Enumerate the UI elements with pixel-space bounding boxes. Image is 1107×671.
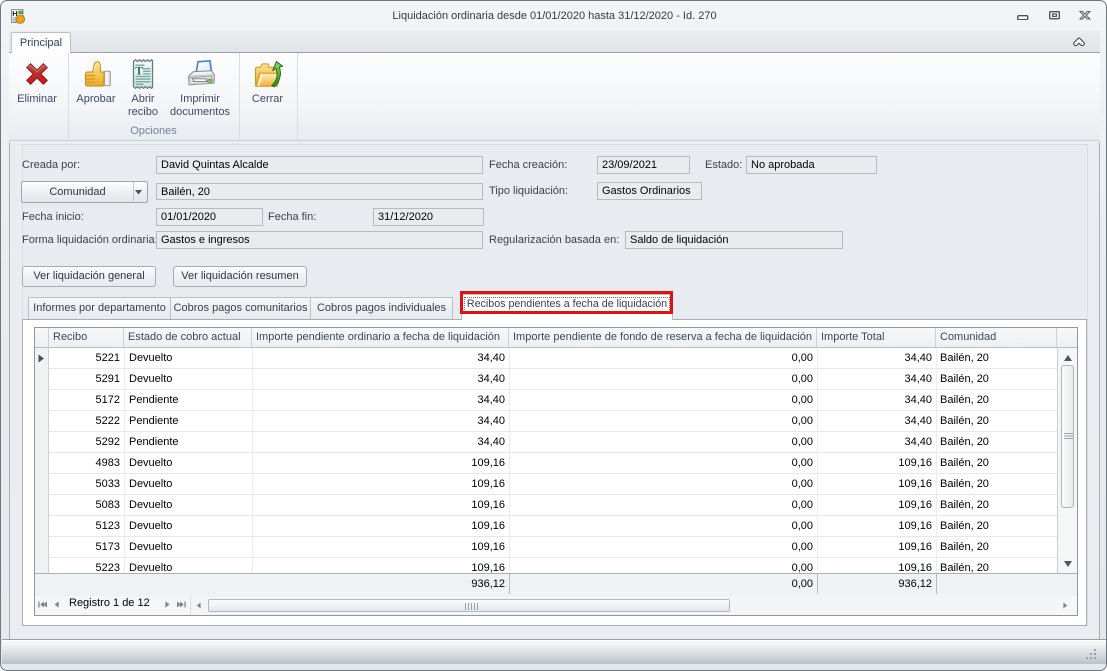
svg-text:T: T — [135, 66, 143, 78]
